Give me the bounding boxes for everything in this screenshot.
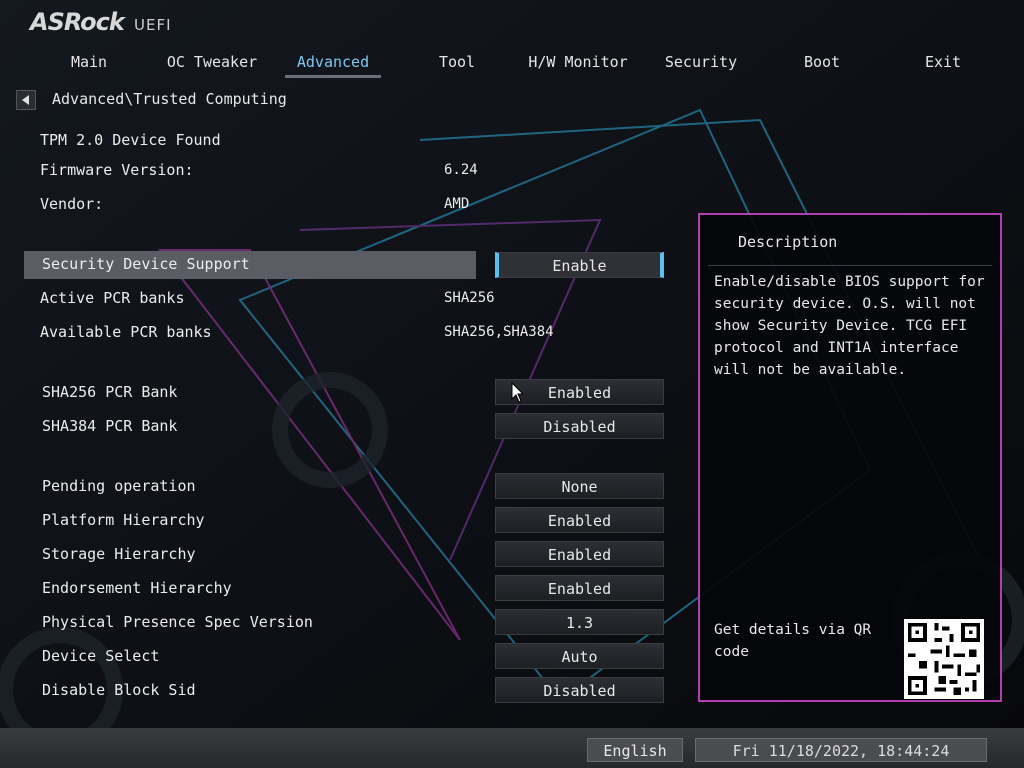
tpm-status: TPM 2.0 Device Found [40,131,221,149]
platform-hierarchy-select[interactable]: Enabled [495,507,664,533]
security-device-support-label: Security Device Support [42,255,250,273]
datetime-display: Fri 11/18/2022, 18:44:24 [695,738,987,762]
mouse-pointer-icon [511,382,525,403]
sha384-bank-select[interactable]: Disabled [495,413,664,439]
firmware-label: Firmware Version: [40,161,194,179]
storage-hierarchy-select[interactable]: Enabled [495,541,664,567]
disable-block-sid-select[interactable]: Disabled [495,677,664,703]
status-bar: English Fri 11/18/2022, 18:44:24 [0,728,1024,768]
active-tab-indicator [285,75,381,78]
tab-oc-tweaker[interactable]: OC Tweaker [162,50,262,76]
endorsement-hierarchy-label: Endorsement Hierarchy [42,579,232,597]
tab-boot[interactable]: Boot [796,50,848,76]
asrock-logo: ASRock UEFI [28,8,178,38]
active-pcr-value: SHA256 [444,290,495,306]
breadcrumb-path: Advanced\Trusted Computing [52,90,287,108]
storage-hierarchy-label: Storage Hierarchy [42,545,196,563]
main-tabs: Main OC Tweaker Advanced Tool H/W Monito… [28,50,988,80]
tab-advanced[interactable]: Advanced [285,50,381,78]
ppi-spec-version-select[interactable]: 1.3 [495,609,664,635]
brand-name: ASRock [30,8,125,36]
sha384-bank-label: SHA384 PCR Bank [42,417,178,435]
back-arrow-icon[interactable] [16,90,36,110]
device-select-label: Device Select [42,647,160,665]
product-name: UEFI [134,16,172,34]
description-title: Description [738,233,838,251]
vendor-value: AMD [444,196,470,212]
pending-operation-select[interactable]: None [495,473,664,499]
tab-tool[interactable]: Tool [428,50,486,76]
pending-operation-label: Pending operation [42,477,196,495]
qr-code-icon[interactable] [904,619,984,699]
description-divider [708,265,992,266]
description-panel: Description Enable/disable BIOS support … [698,213,1002,702]
vendor-label: Vendor: [40,195,104,213]
qr-caption: Get details via QR code [714,622,872,660]
ppi-spec-version-label: Physical Presence Spec Version [42,613,313,631]
platform-hierarchy-label: Platform Hierarchy [42,511,205,529]
available-pcr-label: Available PCR banks [40,323,212,341]
security-device-support-select[interactable]: Enable [495,252,664,278]
sha256-bank-label: SHA256 PCR Bank [42,383,178,401]
description-text: Enable/disable BIOS support for security… [714,274,985,378]
available-pcr-value: SHA256,SHA384 [444,324,554,340]
endorsement-hierarchy-select[interactable]: Enabled [495,575,664,601]
device-select-select[interactable]: Auto [495,643,664,669]
language-button[interactable]: English [587,738,683,762]
disable-block-sid-label: Disable Block Sid [42,681,196,699]
active-pcr-label: Active PCR banks [40,289,185,307]
tab-exit[interactable]: Exit [918,50,968,76]
firmware-value: 6.24 [444,162,478,178]
tab-main[interactable]: Main [58,50,120,76]
tab-security[interactable]: Security [662,50,740,76]
tab-hw-monitor[interactable]: H/W Monitor [526,50,630,76]
